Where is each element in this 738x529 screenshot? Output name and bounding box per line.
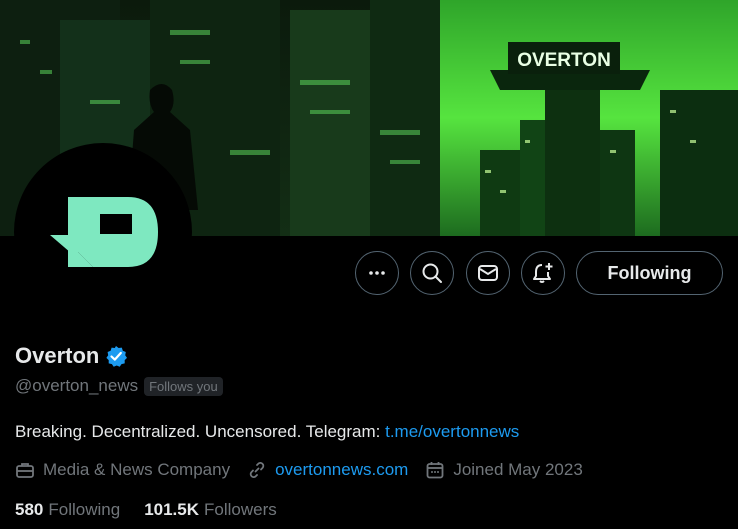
followers-count: 101.5K [144,500,200,519]
search-icon [422,263,442,283]
verified-badge-icon[interactable] [105,345,128,367]
following-button[interactable]: Following [576,251,723,295]
joined-item: Joined May 2023 [425,460,583,480]
followers-label: Followers [204,500,277,519]
more-button[interactable] [355,251,399,295]
bell-plus-icon [533,263,553,283]
briefcase-icon [16,463,34,478]
handle: @overton_news [15,376,139,395]
followers-count-link[interactable]: 101.5K Followers [144,500,277,520]
category-label: Media & News Company [43,460,231,479]
website-link[interactable]: overtonnews.com [275,460,408,480]
notify-button[interactable] [521,251,565,295]
more-icon [369,271,385,275]
follows-you-badge: Follows you [144,376,223,396]
website-item[interactable]: overtonnews.com [247,460,408,480]
bio: Breaking. Decentralized. Uncensored. Tel… [15,422,519,442]
banner-sign-text: OVERTON [517,50,611,71]
bio-telegram-link[interactable]: t.me/overtonnews [385,422,519,441]
calendar-icon [426,462,444,479]
following-label: Following [48,500,121,519]
category-item: Media & News Company [15,460,230,480]
link-icon [249,462,265,478]
joined-label: Joined May 2023 [453,460,583,479]
following-count-link[interactable]: 580 Following [15,500,120,520]
display-name: Overton [15,343,100,368]
bio-text: Breaking. Decentralized. Uncensored. Tel… [15,422,386,441]
message-icon [478,265,498,281]
search-button[interactable] [410,251,454,295]
message-button[interactable] [466,251,510,295]
following-count: 580 [15,500,44,519]
